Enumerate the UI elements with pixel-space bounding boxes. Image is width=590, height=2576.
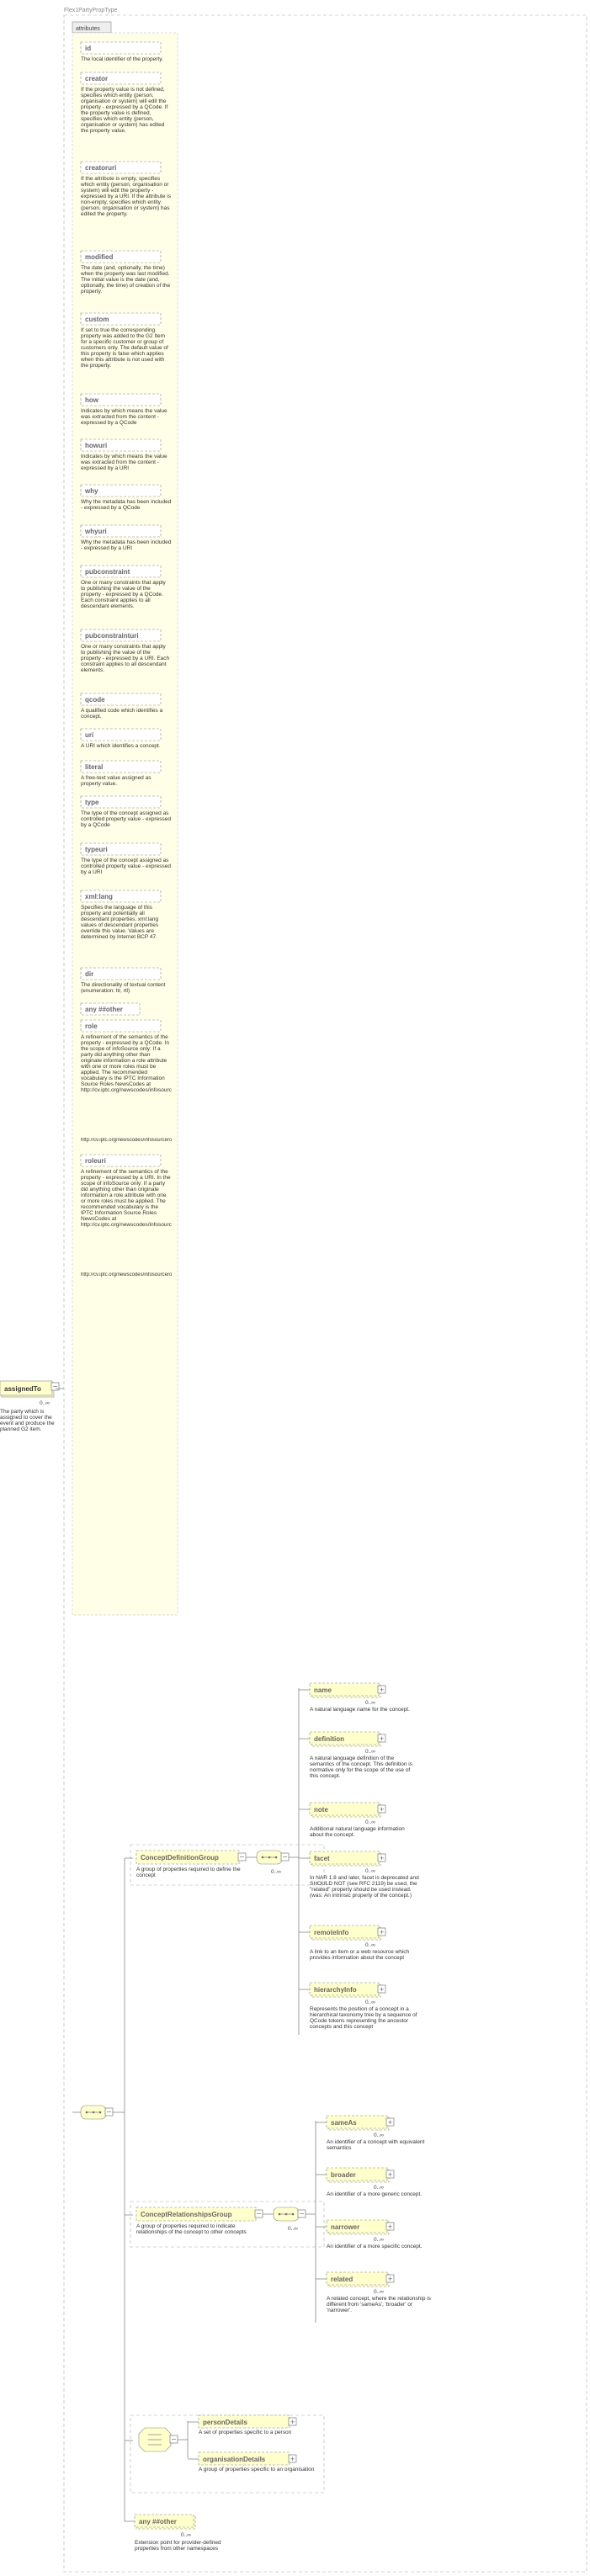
any-element: any ##other 0..∞ Extension point for pro… bbox=[125, 2515, 244, 2565]
svg-text:creatoruri: creatoruri bbox=[85, 164, 116, 172]
svg-text:broader: broader bbox=[331, 2171, 356, 2179]
svg-text:0..∞: 0..∞ bbox=[365, 2000, 375, 2005]
svg-text:ConceptRelationshipsGroup: ConceptRelationshipsGroup bbox=[141, 2211, 232, 2218]
svg-text:literal: literal bbox=[85, 763, 103, 771]
svg-text:whyuri: whyuri bbox=[84, 528, 107, 535]
svg-text:how: how bbox=[85, 396, 99, 404]
svg-text:howuri: howuri bbox=[85, 442, 107, 449]
svg-text:narrower: narrower bbox=[331, 2223, 359, 2231]
svg-text:roleuri: roleuri bbox=[85, 1157, 106, 1165]
svg-text:note: note bbox=[314, 1806, 328, 1814]
svg-text:any ##other: any ##other bbox=[139, 2518, 177, 2526]
svg-text:personDetails: personDetails bbox=[203, 2419, 247, 2426]
svg-text:0..∞: 0..∞ bbox=[365, 1749, 375, 1755]
svg-text:organisationDetails: organisationDetails bbox=[203, 2456, 266, 2463]
svg-text:name: name bbox=[314, 1686, 332, 1694]
svg-text:+: + bbox=[380, 1928, 384, 1936]
svg-text:sameAs: sameAs bbox=[331, 2119, 357, 2127]
svg-text:+: + bbox=[290, 2455, 295, 2463]
svg-text:+: + bbox=[388, 2223, 392, 2231]
svg-text:related: related bbox=[331, 2276, 353, 2283]
svg-text:+: + bbox=[380, 1686, 384, 1694]
svg-text:custom: custom bbox=[85, 316, 109, 323]
svg-text:pubconstraint: pubconstraint bbox=[85, 568, 130, 576]
svg-text:0..∞: 0..∞ bbox=[365, 1819, 375, 1825]
svg-text:0..∞: 0..∞ bbox=[40, 1400, 50, 1406]
svg-text:0..∞: 0..∞ bbox=[288, 2226, 298, 2232]
svg-text:0..∞: 0..∞ bbox=[374, 2237, 384, 2243]
svg-text:assignedTo: assignedTo bbox=[4, 1385, 41, 1393]
svg-text:creator: creator bbox=[85, 75, 108, 82]
svg-text:modified: modified bbox=[85, 253, 113, 261]
sequence-connector bbox=[72, 2106, 113, 2119]
root-node: assignedTo 0..∞ The party which is assig… bbox=[0, 1381, 61, 1459]
svg-text:0..∞: 0..∞ bbox=[271, 1869, 281, 1875]
svg-text:dir: dir bbox=[85, 970, 93, 978]
svg-text:0..∞: 0..∞ bbox=[365, 1700, 375, 1706]
svg-text:ConceptDefinitionGroup: ConceptDefinitionGroup bbox=[141, 1854, 219, 1862]
svg-text:0..∞: 0..∞ bbox=[374, 2133, 384, 2138]
svg-text:+: + bbox=[380, 1985, 384, 1994]
concept-definition-group: ConceptDefinitionGroup A group of proper… bbox=[125, 1845, 324, 1885]
svg-text:facet: facet bbox=[314, 1855, 330, 1862]
breadcrumb: Flex1PartyPropType bbox=[64, 8, 118, 13]
svg-text:type: type bbox=[85, 799, 99, 806]
svg-text:any ##other: any ##other bbox=[85, 1006, 123, 1013]
svg-text:typeuri: typeuri bbox=[85, 846, 108, 853]
svg-text:xml:lang: xml:lang bbox=[85, 893, 113, 900]
svg-text:id: id bbox=[85, 45, 91, 52]
svg-text:+: + bbox=[380, 1734, 384, 1743]
svg-text:why: why bbox=[84, 487, 98, 495]
svg-text:+: + bbox=[388, 2118, 392, 2127]
svg-text:remoteInfo: remoteInfo bbox=[314, 1929, 348, 1936]
svg-text:0..∞: 0..∞ bbox=[374, 2289, 384, 2295]
svg-text:+: + bbox=[380, 1805, 384, 1814]
svg-text:uri: uri bbox=[85, 731, 93, 739]
svg-text:+: + bbox=[388, 2170, 392, 2179]
svg-text:+: + bbox=[290, 2418, 295, 2426]
svg-text:+: + bbox=[380, 1854, 384, 1862]
svg-text:0..∞: 0..∞ bbox=[365, 1868, 375, 1874]
svg-text:definition: definition bbox=[314, 1735, 344, 1743]
svg-text:qcode: qcode bbox=[85, 696, 105, 704]
svg-text:+: + bbox=[388, 2275, 392, 2283]
svg-text:pubconstrainturi: pubconstrainturi bbox=[85, 632, 139, 640]
svg-text:attributes: attributes bbox=[76, 26, 100, 32]
svg-text:0..∞: 0..∞ bbox=[365, 1942, 375, 1948]
svg-text:0..∞: 0..∞ bbox=[374, 2185, 384, 2191]
svg-text:role: role bbox=[85, 1022, 98, 1030]
svg-text:hierarchyInfo: hierarchyInfo bbox=[314, 1986, 357, 1994]
svg-text:0..∞: 0..∞ bbox=[181, 2532, 191, 2538]
